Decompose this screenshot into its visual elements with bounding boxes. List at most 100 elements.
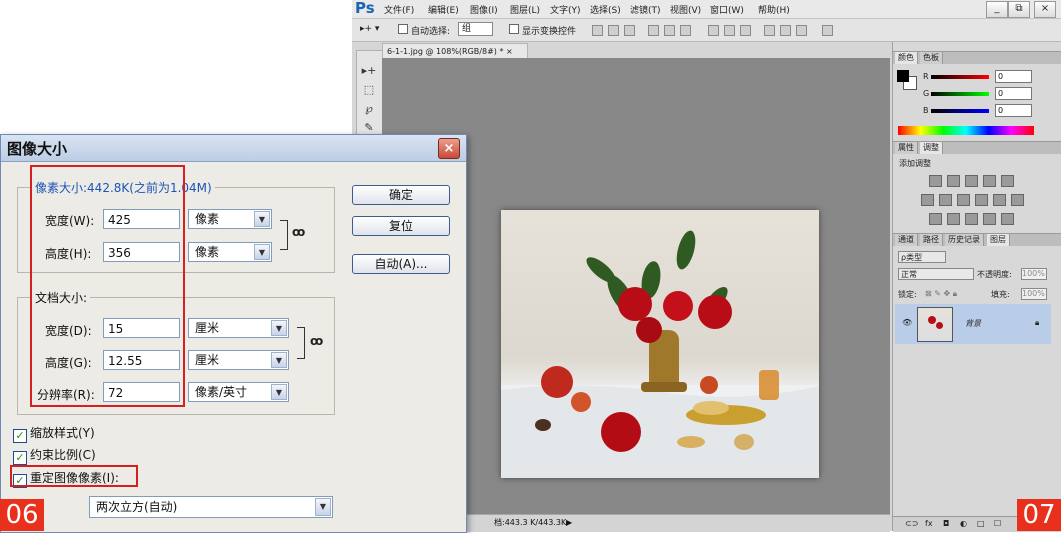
menu-window[interactable]: 窗口(W) [710,3,744,16]
mask-icon[interactable]: ◘ [943,519,949,528]
show-transform-checkbox[interactable] [509,24,519,35]
lasso-tool-icon[interactable]: ℘ [360,101,378,117]
channel-g-slider[interactable] [931,92,989,96]
chevron-down-icon[interactable]: ▼ [315,498,331,516]
levels-adjust-icon[interactable] [947,175,960,187]
status-arrow-icon[interactable]: ▶ [566,515,572,531]
menu-filter[interactable]: 滤镜(T) [630,3,661,16]
brightness-adjust-icon[interactable] [929,175,942,187]
chevron-down-icon[interactable]: ▼ [271,384,287,400]
dialog-titlebar[interactable]: 图像大小 × [1,135,466,162]
tab-swatches[interactable]: 色板 [920,52,943,64]
distribute-hcenter-icon[interactable] [780,25,791,36]
fx-icon[interactable]: fx [925,519,933,528]
minimize-button[interactable]: _ [986,1,1008,18]
gradient-map-adjust-icon[interactable] [983,213,996,225]
menu-image[interactable]: 图像(I) [470,3,498,16]
auto-select-checkbox[interactable] [398,24,408,35]
document-photo[interactable] [501,210,819,478]
bw-adjust-icon[interactable] [957,194,970,206]
menu-layer[interactable]: 图层(L) [510,3,540,16]
chevron-down-icon[interactable]: ▼ [254,244,270,260]
color-lookup-adjust-icon[interactable] [1011,194,1024,206]
distribute-bottom-icon[interactable] [740,25,751,36]
channel-b-slider[interactable] [931,109,989,113]
channel-b-value[interactable]: 0 [995,104,1032,117]
distribute-top-icon[interactable] [708,25,719,36]
chevron-down-icon[interactable]: ▼ [254,211,270,227]
threshold-adjust-icon[interactable] [965,213,978,225]
align-top-icon[interactable] [592,25,603,36]
layer-name[interactable]: 背景 [965,318,981,329]
blend-mode-select[interactable]: 正常 [898,268,974,280]
move-tool-icon[interactable]: ▸+ [360,63,378,79]
tab-layers[interactable]: 图层 [987,234,1010,246]
posterize-adjust-icon[interactable] [947,213,960,225]
channel-mixer-adjust-icon[interactable] [993,194,1006,206]
move-tool-icon[interactable]: ▸+ ▾ [360,24,379,34]
resolution-unit-select[interactable]: 像素/英寸 ▼ [188,382,289,402]
selective-color-adjust-icon[interactable] [1001,213,1014,225]
tab-adjustments[interactable]: 调整 [920,142,943,154]
menu-view[interactable]: 视图(V) [670,3,701,16]
ok-button[interactable]: 确定 [352,185,450,205]
doc-height-unit-select[interactable]: 厘米 ▼ [188,350,289,370]
invert-adjust-icon[interactable] [929,213,942,225]
menu-select[interactable]: 选择(S) [590,3,621,16]
channel-r-slider[interactable] [931,75,989,79]
opacity-input[interactable]: 100% [1021,268,1047,280]
doc-width-unit-select[interactable]: 厘米 ▼ [188,318,289,338]
menu-help[interactable]: 帮助(H) [758,3,790,16]
layer-row-background[interactable]: 👁︎ 背景 🔒︎ [895,304,1051,344]
fill-input[interactable]: 100% [1021,288,1047,300]
close-icon[interactable]: × [438,138,460,159]
color-spectrum-bar[interactable] [898,126,1034,135]
photo-filter-adjust-icon[interactable] [975,194,988,206]
link-layers-icon[interactable]: ⊂⊃ [905,519,918,528]
scale-styles-checkbox[interactable]: ✓ 缩放样式(Y) [13,424,95,443]
auto-align-icon[interactable] [822,25,833,36]
reset-button[interactable]: 复位 [352,216,450,236]
align-vcenter-icon[interactable] [608,25,619,36]
tab-channels[interactable]: 通道 [895,234,918,246]
restore-button[interactable]: ⧉ [1008,1,1030,18]
new-layer-icon[interactable]: ☐ [994,519,1001,528]
channel-g-value[interactable]: 0 [995,87,1032,100]
width-unit-select[interactable]: 像素 ▼ [188,209,272,229]
group-icon[interactable]: □ [977,519,985,528]
align-left-icon[interactable] [648,25,659,36]
exposure-adjust-icon[interactable] [983,175,996,187]
visibility-eye-icon[interactable]: 👁︎ [902,318,912,327]
distribute-vcenter-icon[interactable] [724,25,735,36]
document-tab[interactable]: 6-1-1.jpg @ 108%(RGB/8#) * × [382,43,528,59]
channel-r-value[interactable]: 0 [995,70,1032,83]
distribute-right-icon[interactable] [796,25,807,36]
hue-adjust-icon[interactable] [921,194,934,206]
distribute-left-icon[interactable] [764,25,775,36]
menu-edit[interactable]: 编辑(E) [428,3,459,16]
auto-button[interactable]: 自动(A)... [352,254,450,274]
menu-file[interactable]: 文件(F) [384,3,414,16]
resample-method-select[interactable]: 两次立方(自动) ▼ [89,496,333,518]
marquee-tool-icon[interactable]: ⬚ [360,82,378,98]
vibrance-adjust-icon[interactable] [1001,175,1014,187]
curves-adjust-icon[interactable] [965,175,978,187]
height-unit-select[interactable]: 像素 ▼ [188,242,272,262]
tab-color[interactable]: 颜色 [895,52,918,64]
align-hcenter-icon[interactable] [664,25,675,36]
chevron-down-icon[interactable]: ▼ [271,320,287,336]
adjustment-layer-icon[interactable]: ◐ [960,519,967,528]
tab-properties[interactable]: 属性 [895,142,918,154]
layer-kind-filter[interactable]: ρ类型 [898,251,946,263]
color-balance-adjust-icon[interactable] [939,194,952,206]
chevron-down-icon[interactable]: ▼ [271,352,287,368]
foreground-color-swatch[interactable] [897,70,909,82]
align-right-icon[interactable] [680,25,691,36]
tab-history[interactable]: 历史记录 [945,234,984,246]
lock-icons[interactable]: ⊠ ✎ ✥ 🔒︎ [925,289,957,299]
window-close-button[interactable]: × [1034,1,1056,18]
constrain-proportions-checkbox[interactable]: ✓ 约束比例(C) [13,446,96,465]
align-bottom-icon[interactable] [624,25,635,36]
tab-paths[interactable]: 路径 [920,234,943,246]
auto-select-dropdown[interactable]: 组 [458,22,493,36]
